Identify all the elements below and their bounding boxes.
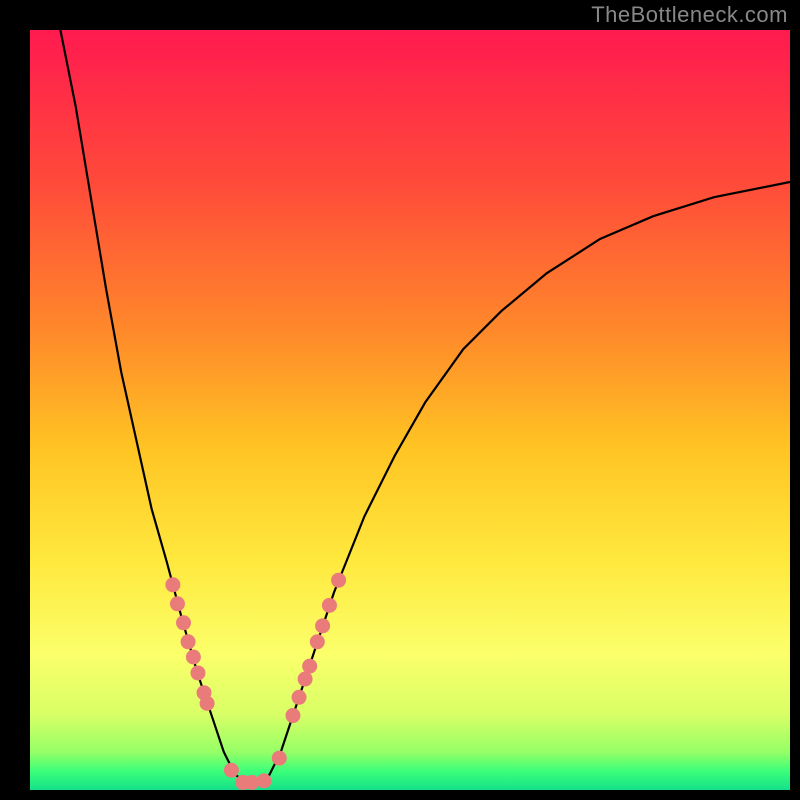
dot-marker	[200, 696, 215, 711]
dot-marker	[310, 634, 325, 649]
dot-marker	[285, 708, 300, 723]
watermark-text: TheBottleneck.com	[591, 2, 788, 28]
chart-svg	[0, 0, 800, 800]
dot-marker	[170, 596, 185, 611]
chart-stage: TheBottleneck.com	[0, 0, 800, 800]
dot-marker	[315, 618, 330, 633]
dot-marker	[257, 773, 272, 788]
dot-marker	[190, 665, 205, 680]
dot-marker	[272, 751, 287, 766]
dot-marker	[186, 650, 201, 665]
dot-marker	[322, 598, 337, 613]
dot-marker	[176, 615, 191, 630]
dot-marker	[331, 573, 346, 588]
dot-marker	[298, 672, 313, 687]
dot-marker	[224, 763, 239, 778]
dot-marker	[181, 634, 196, 649]
dot-marker	[165, 577, 180, 592]
gradient-background	[30, 30, 790, 790]
dot-marker	[302, 659, 317, 674]
dot-marker	[292, 690, 307, 705]
